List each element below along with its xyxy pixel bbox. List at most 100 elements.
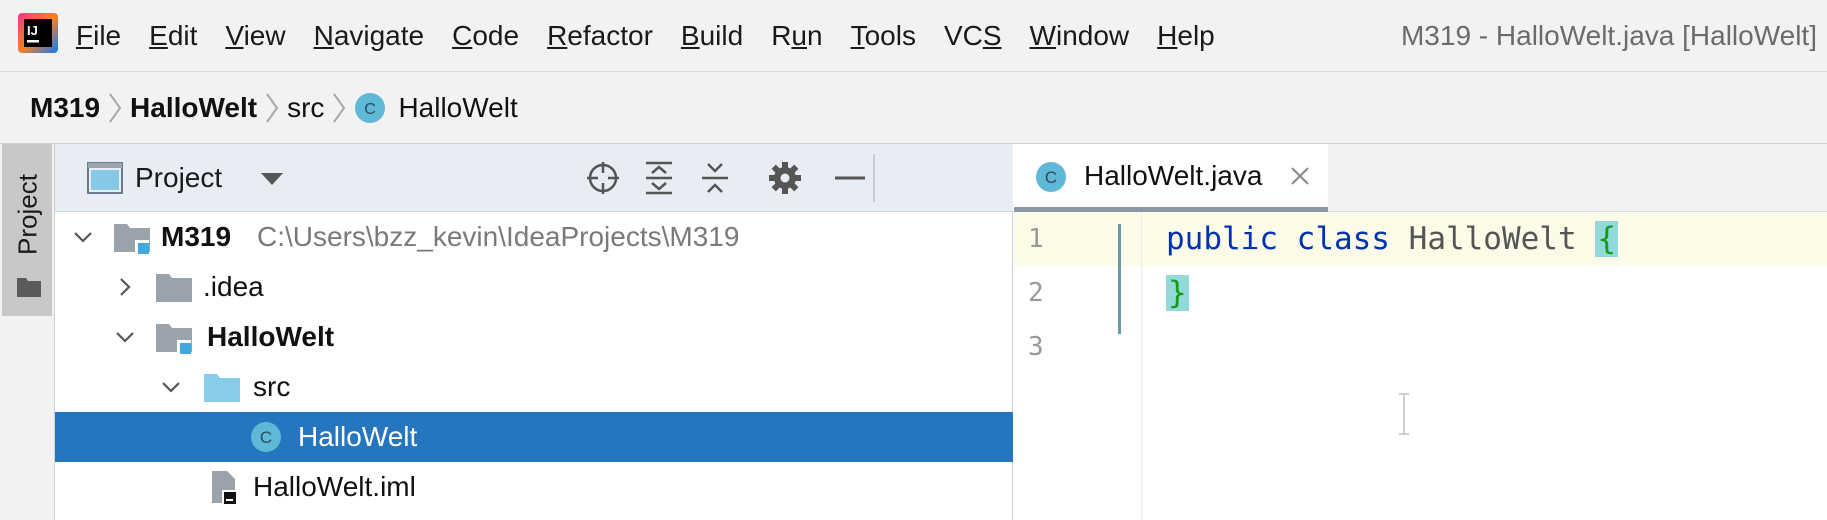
chevron-down-icon[interactable]: [159, 375, 183, 399]
folder-icon: [17, 278, 41, 297]
folder-icon: [156, 274, 192, 302]
tree-row-iml[interactable]: HalloWelt.iml: [55, 462, 1013, 512]
menu-mnemonic: u: [791, 20, 807, 51]
menu-bar: IJ File Edit View Navigate Code Refactor…: [0, 0, 1827, 72]
close-tab-button[interactable]: [1286, 162, 1314, 190]
menu-mnemonic: S: [982, 20, 1002, 51]
line-number: 3: [1028, 332, 1044, 362]
tree-row-class-selected[interactable]: C HalloWelt: [55, 412, 1013, 462]
editor-tab-label: HalloWelt.java: [1084, 160, 1263, 191]
breadcrumb-class[interactable]: C HalloWelt: [354, 91, 518, 124]
tree-label: HalloWelt: [207, 321, 335, 352]
class-name-token: HalloWelt: [1408, 221, 1577, 257]
editor-tab-hallowelt[interactable]: C HalloWelt.java: [1014, 144, 1328, 212]
tree-row-idea[interactable]: .idea: [55, 262, 1013, 312]
tree-label: HalloWelt.iml: [253, 471, 416, 502]
breadcrumb-separator-icon: [266, 92, 279, 123]
menu-refactor[interactable]: Refactor: [533, 0, 667, 72]
breadcrumb-project[interactable]: M319: [30, 92, 100, 124]
left-tool-stripe: Project: [0, 144, 55, 520]
menu-mnemonic: R: [547, 20, 568, 51]
java-class-icon: C: [251, 422, 281, 452]
toolbar-divider: [873, 154, 875, 202]
project-tree: M319 C:\Users\bzz_kevin\IdeaProjects\M31…: [55, 212, 1013, 520]
menu-run[interactable]: Run: [757, 0, 836, 72]
menu-edit[interactable]: Edit: [135, 0, 211, 72]
tree-label: HalloWelt: [298, 421, 418, 452]
keyword-token: class: [1296, 221, 1390, 257]
expand-all-icon: [646, 161, 672, 195]
matched-brace-close: }: [1166, 275, 1189, 311]
chevron-down-icon[interactable]: [71, 225, 95, 249]
close-icon: [1291, 167, 1309, 185]
editor-tab-strip: C HalloWelt.java: [1014, 144, 1827, 212]
project-tool-window: Project M319 C:\Users\bzz_kevin\IdeaProj…: [55, 144, 1013, 520]
breadcrumb-class-label: HalloWelt: [398, 91, 518, 123]
tree-row-module[interactable]: HalloWelt: [55, 312, 1013, 362]
window-title: M319 - HalloWelt.java [HalloWelt]: [1400, 20, 1817, 51]
chevron-down-icon[interactable]: [255, 164, 289, 192]
menu-code[interactable]: Code: [438, 0, 533, 72]
menu-mnemonic: B: [680, 20, 700, 51]
matched-brace-open: {: [1595, 221, 1618, 257]
collapse-all-icon: [702, 163, 728, 193]
svg-text:IJ: IJ: [27, 23, 38, 38]
select-opened-file-button[interactable]: [583, 158, 623, 198]
svg-text:C: C: [365, 101, 377, 118]
java-class-icon: C: [355, 92, 386, 123]
source-folder-icon: [204, 374, 240, 402]
settings-button[interactable]: [765, 158, 805, 198]
code-editor[interactable]: public class HalloWelt { }: [1142, 212, 1827, 520]
chevron-down-icon[interactable]: [113, 325, 137, 349]
module-folder-icon: [114, 224, 150, 254]
project-panel-header: Project: [55, 144, 1013, 212]
collapse-all-button[interactable]: [695, 158, 735, 198]
tree-path-hint: C:\Users\bzz_kevin\IdeaProjects\M319: [257, 221, 740, 252]
menu-help[interactable]: Help: [1143, 0, 1229, 72]
menu-window[interactable]: Window: [1016, 0, 1144, 72]
code-line-1: public class HalloWelt {: [1166, 212, 1618, 266]
menu-tools[interactable]: Tools: [837, 0, 930, 72]
menu-mnemonic: C: [452, 20, 473, 51]
menu-view[interactable]: View: [211, 0, 299, 72]
breadcrumb-separator-icon: [109, 92, 122, 123]
editor-area: C HalloWelt.java 1 2 3 public class Hall…: [1014, 144, 1827, 520]
text-cursor-icon: [1399, 393, 1409, 435]
tree-label: src: [253, 371, 291, 402]
chevron-right-icon[interactable]: [113, 275, 137, 299]
menu-mnemonic: E: [149, 20, 168, 51]
tree-row-project-root[interactable]: M319 C:\Users\bzz_kevin\IdeaProjects\M31…: [55, 212, 1013, 262]
tree-label: M319: [161, 221, 232, 252]
hide-panel-button[interactable]: [830, 158, 870, 198]
iml-file-icon: [212, 471, 237, 505]
menu-mnemonic: N: [313, 20, 334, 51]
editor-gutter[interactable]: 1 2 3: [1014, 212, 1142, 520]
project-view-title[interactable]: Project: [135, 144, 222, 212]
code-block-indicator: [1118, 224, 1121, 334]
menu-mnemonic: F: [76, 20, 94, 51]
menu-mnemonic: V: [225, 20, 244, 51]
keyword-token: public: [1166, 221, 1278, 257]
project-tool-window-tab[interactable]: Project: [2, 144, 52, 316]
menu-build[interactable]: Build: [667, 0, 757, 72]
gear-icon: [769, 162, 801, 194]
main-menu: File Edit View Navigate Code Refactor Bu…: [62, 0, 1229, 72]
minimize-icon: [835, 176, 865, 180]
tree-label: .idea: [203, 271, 264, 302]
project-view-icon: [87, 162, 123, 194]
menu-file[interactable]: File: [62, 0, 135, 72]
menu-navigate[interactable]: Navigate: [300, 0, 439, 72]
expand-all-button[interactable]: [639, 158, 679, 198]
breadcrumb-separator-icon: [333, 92, 346, 123]
menu-vcs[interactable]: VCS: [930, 0, 1016, 72]
java-class-icon: C: [1036, 162, 1066, 192]
breadcrumb-src[interactable]: src: [287, 92, 324, 124]
svg-text:C: C: [260, 428, 272, 447]
code-line-2: }: [1166, 266, 1189, 320]
module-folder-icon: [156, 324, 192, 354]
menu-mnemonic: T: [850, 20, 865, 51]
menu-mnemonic: H: [1157, 20, 1178, 51]
navigation-breadcrumb: M319 HalloWelt src C HalloWelt: [0, 72, 1827, 144]
tree-row-src[interactable]: src: [55, 362, 1013, 412]
breadcrumb-module[interactable]: HalloWelt: [130, 92, 257, 124]
